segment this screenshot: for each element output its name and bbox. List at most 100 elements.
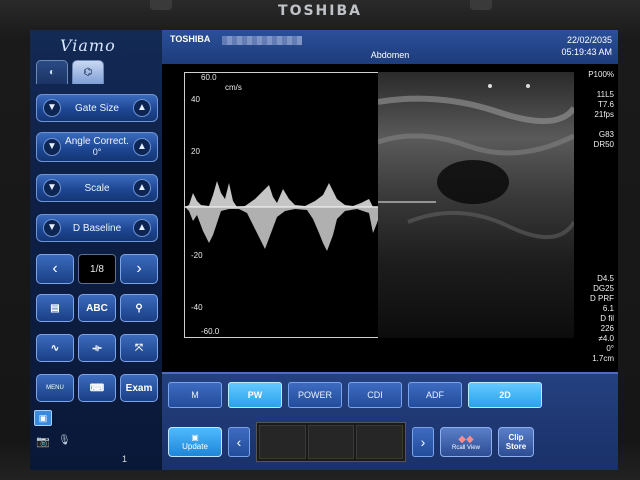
disk-status: 1 xyxy=(122,454,128,464)
tab-2d-icon[interactable]: ◐ xyxy=(36,60,68,84)
recall-view-button[interactable]: ◆◆ Rcall View xyxy=(440,427,492,457)
angle-correct-title: Angle Correct. xyxy=(65,136,129,147)
header-brand: TOSHIBA xyxy=(170,34,211,44)
page-next-button[interactable]: › xyxy=(120,254,158,284)
body-mark-icon[interactable]: ⚲ xyxy=(120,294,158,322)
chevron-up-icon[interactable]: ▲ xyxy=(133,138,151,156)
menu-label: MENU xyxy=(46,385,64,391)
chevron-down-icon[interactable]: ▼ xyxy=(43,219,61,237)
param-freq: T7.6 xyxy=(597,100,614,109)
mode-m-button[interactable]: M xyxy=(168,382,222,408)
clip-thumbnails xyxy=(256,422,406,462)
tool-row-3: MENU ⌨ Exam xyxy=(36,374,158,402)
tick-label: -40 xyxy=(191,303,203,312)
mode-cdi-button[interactable]: CDI xyxy=(348,382,402,408)
chevron-down-icon[interactable]: ▼ xyxy=(43,179,61,197)
exam-preset: Abdomen xyxy=(370,50,410,60)
clip-thumbnail[interactable] xyxy=(356,425,404,459)
tab-doppler-icon[interactable]: ⌬ xyxy=(72,60,104,84)
mode-buttons: M PW POWER CDI ADF 2D xyxy=(168,382,542,408)
chevron-down-icon[interactable]: ▼ xyxy=(43,138,61,156)
distance-icon[interactable]: ⟛ xyxy=(78,334,116,362)
param-fps: 21fps xyxy=(594,110,614,119)
page-prev-button[interactable]: ‹ xyxy=(36,254,74,284)
scale-unit: cm/s xyxy=(225,83,242,92)
param-doppler-depth: D4.5 xyxy=(597,274,614,283)
device-brand: TOSHIBA xyxy=(278,3,362,19)
param-doppler-gain: DG25 xyxy=(593,284,614,293)
camera-icon: 📷 xyxy=(36,436,50,448)
tool-row-2: ∿ ⟛ ⤧ xyxy=(36,334,158,362)
param-prf: 6.1 xyxy=(602,304,614,313)
mode-adf-button[interactable]: ADF xyxy=(408,382,462,408)
report-icon[interactable]: ▤ xyxy=(36,294,74,322)
clip-next-button[interactable]: › xyxy=(412,427,434,457)
microphone-icon: 🎙 xyxy=(58,435,71,446)
param-angle: 0° xyxy=(606,344,614,353)
mode-pw-button[interactable]: PW xyxy=(228,382,282,408)
tick-label: -20 xyxy=(191,251,203,260)
param-gate: 1.7cm xyxy=(592,354,614,363)
header-date: 22/02/2035 xyxy=(566,35,612,45)
clip-row: ▣ Update ‹ › ◆◆ Rcall View Clip Store xyxy=(168,422,534,462)
imaging-params-bottom: D4.5 DG25 D PRF 6.1 D fil 226 ≠4.0 0° 1.… xyxy=(590,274,614,364)
clip-prev-button[interactable]: ‹ xyxy=(228,427,250,457)
header-bar: TOSHIBA Abdomen 22/02/2035 05:19:43 AM xyxy=(162,30,618,64)
tick-label: 20 xyxy=(191,147,200,156)
param-dr: DR50 xyxy=(593,140,614,149)
page-pager: ‹ 1/8 › xyxy=(36,254,158,284)
scale-control[interactable]: ▼ Scale ▲ xyxy=(36,174,158,202)
chevron-up-icon[interactable]: ▲ xyxy=(133,219,151,237)
scale-top: 60.0 xyxy=(201,73,217,82)
screen: Viamo ◐ ⌬ ▼ Gate Size ▲ ▼ Angle Correct.… xyxy=(30,30,618,470)
tick-label: 40 xyxy=(191,95,200,104)
param-probe: 11L5 xyxy=(596,90,614,99)
gate-size-label: Gate Size xyxy=(75,102,119,114)
scale-bottom: -60.0 xyxy=(201,327,220,336)
device-bezel: TOSHIBA Viamo ◐ ⌬ ▼ Gate Size ▲ ▼ Angle … xyxy=(0,0,640,480)
page-indicator: 1/8 xyxy=(78,254,116,284)
scale-label: Scale xyxy=(84,182,110,194)
clip-store-button[interactable]: Clip Store xyxy=(498,427,534,457)
tool-row-1: ▤ ABC ⚲ xyxy=(36,294,158,322)
param-prf-label: D PRF xyxy=(590,294,614,303)
param-steer: ≠4.0 xyxy=(598,334,614,343)
screen-capture-icon[interactable]: ▣ xyxy=(34,410,52,426)
left-control-panel: Viamo ◐ ⌬ ▼ Gate Size ▲ ▼ Angle Correct.… xyxy=(30,30,162,470)
recall-view-label: Rcall View xyxy=(452,444,480,451)
caliper-icon[interactable]: ⤧ xyxy=(120,334,158,362)
doppler-spectrum: 60.0 cm/s 40 20 -20 -40 -60.0 xyxy=(184,72,381,338)
mode-power-button[interactable]: POWER xyxy=(288,382,342,408)
param-filter-label: D fil xyxy=(600,314,614,323)
d-baseline-control[interactable]: ▼ D Baseline ▲ xyxy=(36,214,158,242)
param-gain: G83 xyxy=(598,130,614,139)
imaging-params-top: P100% 11L5 T7.6 21fps G83 DR50 xyxy=(588,70,614,150)
keyboard-icon[interactable]: ⌨ xyxy=(78,374,116,402)
bottom-touch-bar: M PW POWER CDI ADF 2D ▣ Update ‹ › ◆◆ Rc… xyxy=(162,372,618,470)
panel-tabs: ◐ ⌬ xyxy=(36,60,104,84)
angle-correct-control[interactable]: ▼ Angle Correct. 0° ▲ xyxy=(36,132,158,162)
update-icon: ▣ xyxy=(191,433,199,442)
b-mode-image xyxy=(377,72,577,338)
param-spacer xyxy=(588,80,614,90)
clip-thumbnail[interactable] xyxy=(307,425,355,459)
exam-button[interactable]: Exam xyxy=(120,374,158,402)
mode-2d-button[interactable]: 2D xyxy=(468,382,542,408)
chevron-down-icon[interactable]: ▼ xyxy=(43,99,61,117)
b-mode-texture xyxy=(377,72,577,338)
image-area: 60.0 cm/s 40 20 -20 -40 -60.0 0 4 xyxy=(162,64,618,378)
update-button[interactable]: ▣ Update xyxy=(168,427,222,457)
gate-size-control[interactable]: ▼ Gate Size ▲ xyxy=(36,94,158,122)
recall-view-icon: ◆◆ xyxy=(458,433,474,445)
patient-name-redacted xyxy=(222,36,302,45)
trace-icon[interactable]: ∿ xyxy=(36,334,74,362)
clip-thumbnail[interactable] xyxy=(259,425,306,459)
chevron-up-icon[interactable]: ▲ xyxy=(133,99,151,117)
param-filter: 226 xyxy=(600,324,614,333)
d-baseline-label: D Baseline xyxy=(72,222,122,234)
header-time: 05:19:43 AM xyxy=(561,47,612,57)
chevron-up-icon[interactable]: ▲ xyxy=(133,179,151,197)
menu-button[interactable]: MENU xyxy=(36,374,74,402)
update-label: Update xyxy=(182,442,208,451)
annotation-abc-button[interactable]: ABC xyxy=(78,294,116,322)
